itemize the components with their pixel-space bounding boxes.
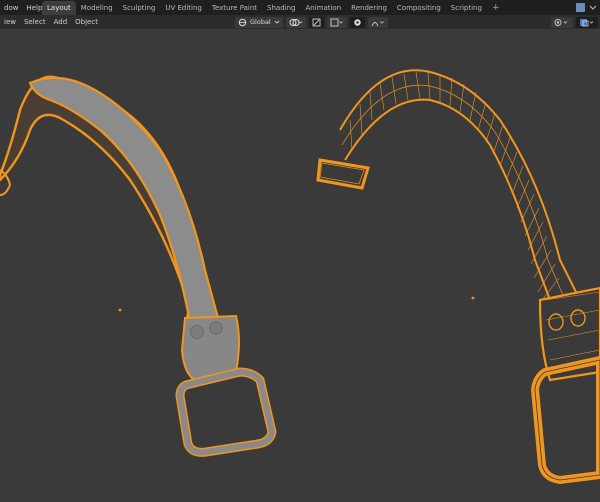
snap-toggle[interactable]	[308, 16, 324, 28]
tab-scripting[interactable]: Scripting	[446, 1, 487, 15]
viewport-right-controls	[551, 16, 598, 28]
scene-icon	[576, 3, 597, 12]
xray-icon	[580, 18, 594, 26]
orientation-label: Global	[250, 18, 271, 26]
origin-dot-icon	[118, 308, 122, 312]
tab-layout[interactable]: Layout	[42, 1, 76, 15]
scene-selector[interactable]	[570, 0, 600, 15]
tab-texture-paint[interactable]: Texture Paint	[207, 1, 262, 15]
menu-view[interactable]: iew	[0, 18, 20, 26]
origin-dot-icon-2	[471, 296, 475, 300]
transform-controls: Global	[235, 16, 388, 28]
pivot-dropdown[interactable]	[285, 16, 306, 28]
falloff-icon	[371, 20, 384, 26]
menu-object[interactable]: Object	[71, 18, 102, 26]
main-menu: dow Help	[0, 0, 46, 15]
orientation-dropdown[interactable]: Global	[235, 16, 283, 28]
proportional-editing-toggle[interactable]	[349, 16, 365, 28]
tab-shading[interactable]: Shading	[262, 1, 300, 15]
xray-toggle[interactable]	[576, 16, 598, 28]
snap-target-dropdown[interactable]	[326, 16, 347, 28]
tab-modeling[interactable]: Modeling	[76, 1, 118, 15]
pivot-icon	[289, 18, 303, 26]
3d-viewport[interactable]	[0, 29, 600, 500]
top-bar: dow Help Layout Modeling Sculpting UV Ed…	[0, 0, 600, 15]
strap-wireframe-object[interactable]	[316, 69, 600, 485]
snap-target-icon	[330, 18, 343, 26]
menu-select[interactable]: Select	[20, 18, 50, 26]
tab-animation[interactable]: Animation	[300, 1, 346, 15]
overlay-dropdown[interactable]	[551, 16, 573, 28]
overlay-icon	[554, 18, 568, 26]
chevron-down-icon	[274, 20, 280, 24]
workspace-tabs: Layout Modeling Sculpting UV Editing Tex…	[42, 1, 504, 15]
tab-uv-editing[interactable]: UV Editing	[160, 1, 207, 15]
tab-compositing[interactable]: Compositing	[392, 1, 446, 15]
falloff-dropdown[interactable]	[367, 16, 388, 28]
snap-icon	[312, 18, 321, 26]
viewport-canvas	[0, 69, 600, 485]
tab-sculpting[interactable]: Sculpting	[118, 1, 161, 15]
strap-solid-object[interactable]	[0, 75, 277, 457]
orientation-icon	[238, 18, 247, 26]
menu-add[interactable]: Add	[50, 18, 72, 26]
add-workspace-button[interactable]: +	[487, 1, 505, 15]
viewport-menu: iew Select Add Object	[0, 15, 102, 29]
tab-rendering[interactable]: Rendering	[346, 1, 392, 15]
proportional-icon	[354, 18, 361, 26]
menu-window[interactable]: dow	[0, 4, 22, 12]
wireframe-crossbars	[349, 71, 560, 301]
viewport-header: iew Select Add Object Global	[0, 15, 600, 29]
